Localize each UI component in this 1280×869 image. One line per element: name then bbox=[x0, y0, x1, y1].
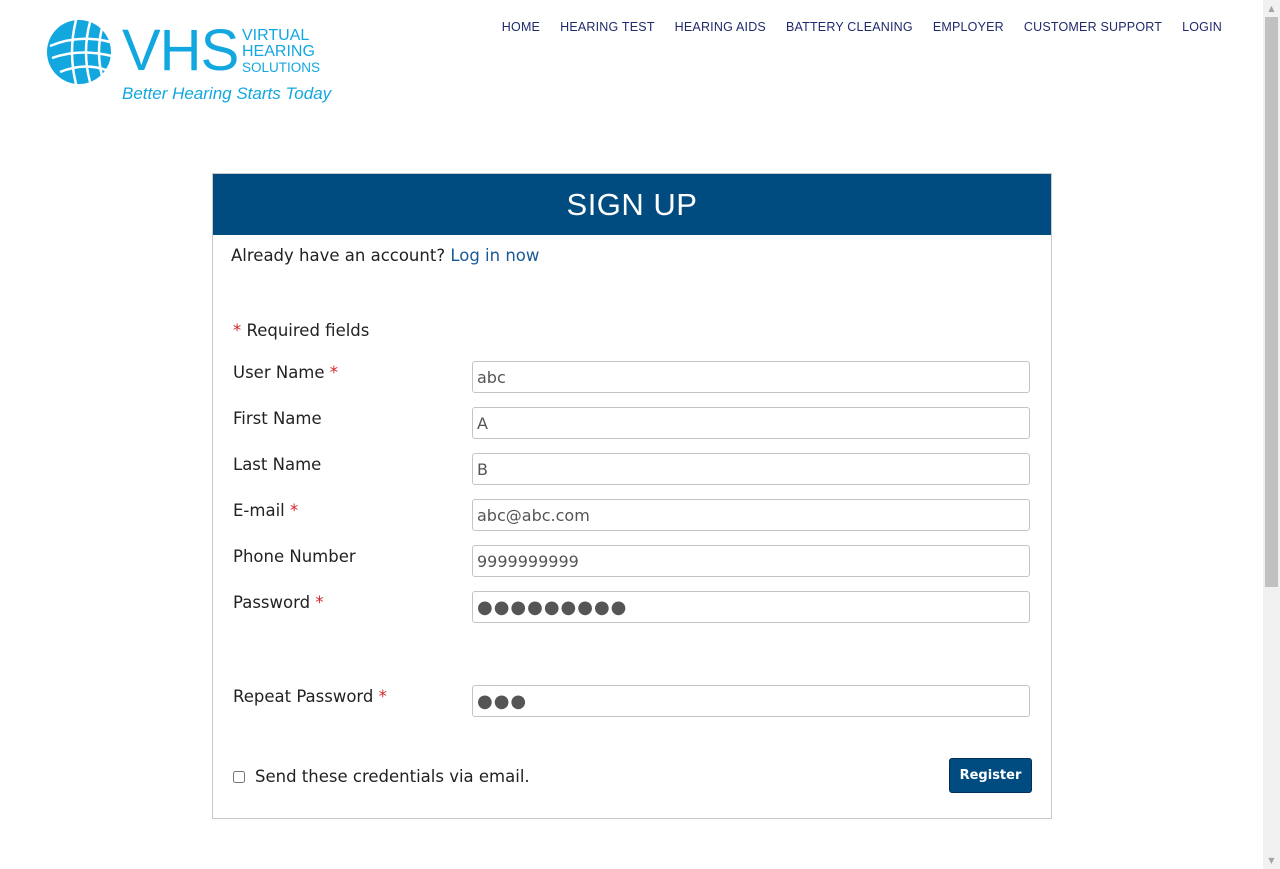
username-input[interactable] bbox=[472, 361, 1030, 393]
logo-tagline: Better Hearing Starts Today bbox=[122, 84, 332, 103]
nav-customer-support[interactable]: CUSTOMER SUPPORT bbox=[1024, 20, 1162, 34]
required-star: * bbox=[233, 321, 242, 340]
globe-logo-icon bbox=[47, 19, 113, 85]
first-name-input[interactable] bbox=[472, 407, 1030, 439]
already-account-label: Already have an account? bbox=[231, 246, 446, 265]
already-account-text: Already have an account? Log in now bbox=[231, 246, 539, 265]
phone-row: Phone Number bbox=[233, 545, 1031, 577]
username-row: User Name * bbox=[233, 361, 1031, 393]
vhs-logo[interactable]: VHS VIRTUAL HEARING SOLUTIONS Better Hea… bbox=[46, 18, 331, 108]
logo-line-2: HEARING bbox=[242, 43, 315, 60]
password-label: Password * bbox=[233, 593, 324, 612]
register-button[interactable]: Register bbox=[949, 758, 1032, 793]
phone-input[interactable] bbox=[472, 545, 1030, 577]
required-fields-note: * Required fields bbox=[233, 321, 369, 340]
top-navigation: HOME HEARING TEST HEARING AIDS BATTERY C… bbox=[502, 20, 1222, 34]
page-scrollbar[interactable]: ▲ ▼ bbox=[1263, 0, 1280, 869]
logo-line-3: SOLUTIONS bbox=[242, 60, 321, 75]
nav-hearing-test[interactable]: HEARING TEST bbox=[560, 20, 655, 34]
last-name-row: Last Name bbox=[233, 453, 1031, 485]
repeat-password-input[interactable] bbox=[472, 685, 1030, 717]
nav-employer[interactable]: EMPLOYER bbox=[933, 20, 1004, 34]
login-now-link[interactable]: Log in now bbox=[450, 246, 539, 265]
username-label: User Name * bbox=[233, 363, 339, 382]
first-name-label: First Name bbox=[233, 409, 322, 428]
nav-hearing-aids[interactable]: HEARING AIDS bbox=[675, 20, 766, 34]
nav-login[interactable]: LOGIN bbox=[1182, 20, 1222, 34]
logo-subtitle: VIRTUAL HEARING SOLUTIONS bbox=[242, 28, 320, 76]
send-credentials-label: Send these credentials via email. bbox=[255, 767, 530, 786]
nav-home[interactable]: HOME bbox=[502, 20, 540, 34]
scroll-up-arrow-icon[interactable]: ▲ bbox=[1263, 0, 1280, 17]
signup-card: SIGN UP Already have an account? Log in … bbox=[212, 173, 1052, 819]
send-credentials-checkbox[interactable] bbox=[233, 770, 245, 783]
phone-label: Phone Number bbox=[233, 547, 356, 566]
scroll-down-arrow-icon[interactable]: ▼ bbox=[1263, 852, 1280, 869]
logo-letters: VHS bbox=[122, 18, 239, 83]
last-name-input[interactable] bbox=[472, 453, 1030, 485]
required-fields-label: Required fields bbox=[246, 321, 370, 340]
email-row: E-mail * bbox=[233, 499, 1031, 531]
email-label: E-mail * bbox=[233, 501, 299, 520]
first-name-row: First Name bbox=[233, 407, 1031, 439]
repeat-password-label: Repeat Password * bbox=[233, 687, 387, 706]
signup-title: SIGN UP bbox=[213, 174, 1051, 235]
logo-line-1: VIRTUAL bbox=[242, 27, 310, 44]
password-input[interactable] bbox=[472, 591, 1030, 623]
password-row: Password * bbox=[233, 591, 1031, 623]
nav-battery-cleaning[interactable]: BATTERY CLEANING bbox=[786, 20, 913, 34]
last-name-label: Last Name bbox=[233, 455, 322, 474]
repeat-password-row: Repeat Password * bbox=[233, 685, 1031, 717]
scrollbar-thumb[interactable] bbox=[1265, 17, 1278, 587]
email-input[interactable] bbox=[472, 499, 1030, 531]
send-credentials-row: Send these credentials via email. bbox=[233, 767, 530, 786]
